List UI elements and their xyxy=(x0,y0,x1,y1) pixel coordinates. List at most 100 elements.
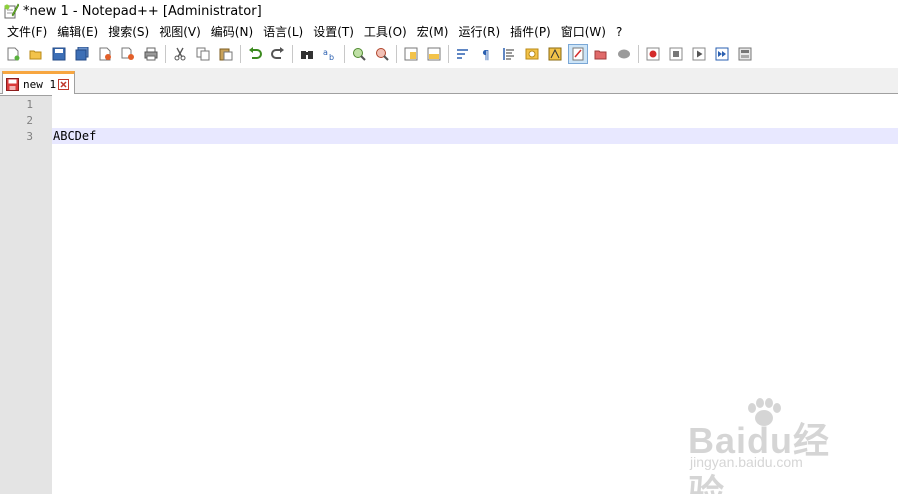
stop-recording-icon xyxy=(669,47,683,61)
save-all-icon xyxy=(75,47,89,61)
stop-monitoring-icon xyxy=(618,49,630,59)
toolbar-separator xyxy=(240,45,241,63)
menu-tools[interactable]: 工具(O) xyxy=(359,22,412,42)
new-file-icon xyxy=(7,47,20,61)
word-wrap-button[interactable] xyxy=(453,44,473,64)
line-number: 3 xyxy=(26,130,33,143)
monitoring-icon xyxy=(594,50,607,60)
menu-edit[interactable]: 编辑(E) xyxy=(52,22,103,42)
save-icon xyxy=(52,47,66,61)
zoom-in-icon xyxy=(353,48,366,61)
new-file-button[interactable] xyxy=(3,44,23,64)
open-file-button[interactable] xyxy=(26,44,46,64)
folder-as-workspace-icon xyxy=(572,47,584,61)
document-map-icon xyxy=(525,48,539,60)
unsaved-document-icon xyxy=(6,77,19,91)
menu-macro[interactable]: 宏(M) xyxy=(412,22,454,42)
play-macro-icon xyxy=(692,47,706,61)
menu-settings[interactable]: 设置(T) xyxy=(308,22,359,42)
toolbar-separator xyxy=(292,45,293,63)
close-all-button[interactable] xyxy=(118,44,138,64)
menu-run[interactable]: 运行(R) xyxy=(453,22,505,42)
menu-file[interactable]: 文件(F) xyxy=(2,22,52,42)
save-macro-button[interactable] xyxy=(735,44,755,64)
sync-vertical-icon xyxy=(404,47,418,61)
text-area[interactable]: ABCDef xyxy=(52,95,898,494)
redo-icon xyxy=(271,47,284,59)
menu-plugins[interactable]: 插件(P) xyxy=(505,22,556,42)
line-number: 1 xyxy=(26,98,33,111)
menu-view[interactable]: 视图(V) xyxy=(154,22,206,42)
redo-button[interactable] xyxy=(268,44,288,64)
zoom-out-icon xyxy=(376,48,389,61)
toolbar-separator xyxy=(165,45,166,63)
copy-button[interactable] xyxy=(193,44,213,64)
close-all-icon xyxy=(121,47,134,60)
toolbar-separator xyxy=(638,45,639,63)
paste-icon xyxy=(219,48,233,61)
undo-icon xyxy=(249,47,262,59)
toolbar: ab ¶ xyxy=(0,42,898,66)
monitoring-button[interactable] xyxy=(591,44,611,64)
indent-guide-button[interactable] xyxy=(499,44,519,64)
save-macro-icon xyxy=(738,47,752,61)
function-list-button[interactable] xyxy=(545,44,565,64)
replace-button[interactable]: ab xyxy=(320,44,340,64)
find-button[interactable] xyxy=(297,44,317,64)
show-all-characters-icon: ¶ xyxy=(482,48,490,61)
show-all-characters-button[interactable]: ¶ xyxy=(476,44,496,64)
undo-button[interactable] xyxy=(245,44,265,64)
toolbar-separator xyxy=(448,45,449,63)
sync-horizontal-button[interactable] xyxy=(424,44,444,64)
svg-text:a: a xyxy=(323,48,328,57)
editor[interactable]: 1 2 3 ABCDef xyxy=(0,95,898,494)
zoom-out-button[interactable] xyxy=(372,44,392,64)
line-number: 2 xyxy=(26,114,33,127)
code-line[interactable] xyxy=(52,112,898,128)
word-wrap-icon xyxy=(457,49,468,59)
svg-text:b: b xyxy=(329,53,334,61)
menu-language[interactable]: 语言(L) xyxy=(258,22,308,42)
title-bar: *new 1 - Notepad++ [Administrator] xyxy=(0,0,898,22)
tab-bar: new 1 xyxy=(0,68,898,94)
sync-vertical-button[interactable] xyxy=(401,44,421,64)
close-button[interactable] xyxy=(95,44,115,64)
indent-guide-icon xyxy=(503,48,514,60)
play-macro-button[interactable] xyxy=(689,44,709,64)
record-macro-icon xyxy=(646,47,660,61)
window-title: *new 1 - Notepad++ [Administrator] xyxy=(23,3,262,19)
record-macro-button[interactable] xyxy=(643,44,663,64)
menu-encoding[interactable]: 编码(N) xyxy=(206,22,258,42)
document-map-button[interactable] xyxy=(522,44,542,64)
cut-button[interactable] xyxy=(170,44,190,64)
run-macro-multiple-button[interactable] xyxy=(712,44,732,64)
find-icon xyxy=(301,51,313,59)
current-code-line[interactable]: ABCDef xyxy=(52,128,898,144)
copy-icon xyxy=(196,47,210,61)
menu-window[interactable]: 窗口(W) xyxy=(556,22,611,42)
tab-new-1[interactable]: new 1 xyxy=(2,71,75,94)
folder-as-workspace-button[interactable] xyxy=(568,44,588,64)
replace-icon: ab xyxy=(323,48,334,61)
close-icon xyxy=(99,47,111,61)
toolbar-separator xyxy=(396,45,397,63)
function-list-icon xyxy=(548,47,562,61)
code-line[interactable] xyxy=(52,96,898,112)
stop-recording-button[interactable] xyxy=(666,44,686,64)
print-icon xyxy=(144,47,158,61)
toolbar-separator xyxy=(344,45,345,63)
svg-text:¶: ¶ xyxy=(482,48,490,61)
menu-help[interactable]: ? xyxy=(611,22,627,42)
save-button[interactable] xyxy=(49,44,69,64)
tab-close-icon[interactable] xyxy=(58,78,70,90)
print-button[interactable] xyxy=(141,44,161,64)
line-number-gutter: 1 2 3 xyxy=(0,95,52,494)
cut-icon xyxy=(174,47,186,61)
tab-label: new 1 xyxy=(23,77,57,91)
menu-search[interactable]: 搜索(S) xyxy=(103,22,154,42)
notepad-plus-plus-icon xyxy=(3,3,20,19)
zoom-in-button[interactable] xyxy=(349,44,369,64)
stop-monitoring-button[interactable] xyxy=(614,44,634,64)
paste-button[interactable] xyxy=(216,44,236,64)
save-all-button[interactable] xyxy=(72,44,92,64)
